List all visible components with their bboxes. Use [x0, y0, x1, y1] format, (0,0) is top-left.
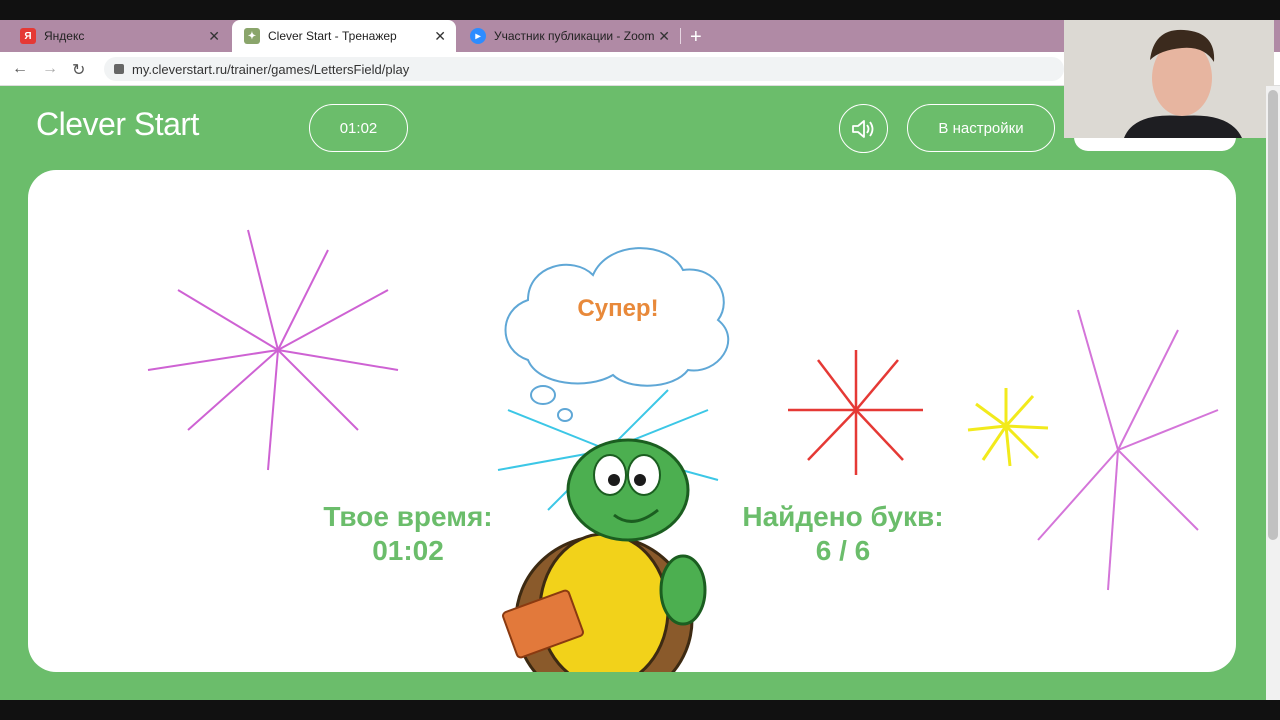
url-field[interactable]: my.cleverstart.ru/trainer/games/LettersF… [104, 57, 1064, 81]
thought-dot [530, 385, 556, 405]
yandex-icon: Я [20, 28, 36, 44]
firework-red [788, 350, 923, 475]
thought-dot [557, 408, 573, 422]
sound-button[interactable] [839, 104, 888, 153]
tab-zoom[interactable]: ▸ Участник публикации - Zoom ✕ [458, 20, 680, 52]
close-icon[interactable]: ✕ [658, 28, 670, 45]
tab-clever-start[interactable]: ✦ Clever Start - Тренажер ✕ [232, 20, 456, 52]
reload-icon[interactable]: ↻ [72, 60, 85, 80]
speaker-icon [851, 119, 873, 138]
turtle-mascot [502, 438, 707, 672]
result-card: Супер! Твое время: 01:02 Найдено букв: 6… [28, 170, 1236, 672]
clever-start-logo[interactable]: Clever Start [36, 106, 199, 143]
turtle-icon: ✦ [244, 28, 260, 44]
timer-value: 01:02 [339, 119, 378, 137]
bubble-text: Супер! [577, 295, 659, 322]
tab-separator [680, 28, 681, 44]
fireworks-illustration [147, 229, 1219, 672]
back-icon[interactable]: ← [12, 60, 28, 78]
new-tab-button[interactable]: + [690, 26, 702, 49]
url-text: my.cleverstart.ru/trainer/games/LettersF… [132, 61, 410, 77]
close-icon[interactable]: ✕ [208, 28, 220, 45]
zoom-icon: ▸ [470, 28, 486, 44]
firework-right [1037, 309, 1219, 591]
tab-label: Яндекс [44, 29, 85, 43]
letters-value: 6 / 6 [815, 535, 871, 566]
letters-label: Найдено букв: [742, 501, 944, 532]
timer-display: 01:02 [309, 104, 408, 152]
close-icon[interactable]: ✕ [434, 28, 446, 45]
firework-left [147, 229, 399, 471]
scrollbar-thumb[interactable] [1268, 90, 1278, 540]
logo-text: Clever Start [36, 106, 199, 142]
webcam-overlay [1064, 20, 1274, 138]
tab-label: Clever Start - Тренажер [268, 29, 397, 43]
game-page: Clever Start 01:02 В настройки Супер! Тв… [0, 86, 1280, 700]
forward-icon[interactable]: → [42, 60, 58, 78]
settings-button[interactable]: В настройки [907, 104, 1055, 152]
time-value: 01:02 [372, 535, 444, 566]
firework-yellow [967, 388, 1049, 467]
time-result: Твое время: 01:02 [308, 500, 508, 568]
webcam-person-image [1064, 20, 1274, 138]
lock-icon [114, 64, 124, 74]
tab-yandex[interactable]: Я Яндекс ✕ [8, 20, 230, 52]
time-label: Твое время: [323, 501, 493, 532]
letters-result: Найдено букв: 6 / 6 [728, 500, 958, 568]
window-bottom-strip [0, 700, 1280, 720]
settings-label: В настройки [938, 119, 1024, 137]
tab-label: Участник публикации - Zoom [494, 29, 655, 43]
window-top-strip [0, 0, 1280, 20]
